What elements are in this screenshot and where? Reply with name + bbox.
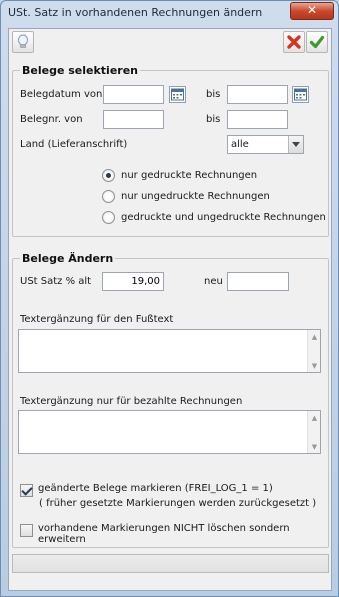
window-close-button[interactable]: ✕ [290,2,334,20]
cancel-button[interactable] [283,31,305,53]
mark-changed-label: geänderte Belege markieren (FREI_LOG_1 =… [38,483,273,494]
green-check-icon [309,35,325,49]
mark-changed-note: ( früher gesetzte Markierungen werden zu… [39,498,317,509]
extend-marks-checkbox[interactable] [20,524,33,537]
scroll-down-icon[interactable]: ▼ [309,360,320,371]
help-button[interactable] [12,31,34,53]
land-select[interactable]: alle [227,135,304,154]
paid-text-area[interactable]: ▲ ▼ [18,410,321,454]
radio-printed-only-label: nur gedruckte Rechnungen [121,170,258,181]
select-documents-group: Belege selektieren Belegdatum von bis Be… [12,64,329,237]
belegdatum-from-input[interactable] [103,85,164,104]
radio-printed-and-unprinted-circle[interactable] [102,211,115,224]
belegdatum-to-calendar-button[interactable] [292,86,309,103]
belegdatum-from-calendar-button[interactable] [169,86,186,103]
radio-printed-only[interactable]: nur gedruckte Rechnungen [102,169,257,182]
land-select-value: alle [231,139,249,150]
belegnr-bis-label: bis [206,114,221,125]
lightbulb-icon [18,34,28,48]
belegdatum-to-input[interactable] [227,85,288,104]
scroll-up-icon[interactable]: ▲ [309,331,320,342]
radio-printed-and-unprinted-label: gedruckte und ungedruckte Rechnungen [121,212,326,223]
footer-text-scrollbar[interactable]: ▲ ▼ [307,330,320,372]
radio-unprinted-only-label: nur ungedruckte Rechnungen [121,191,270,202]
belegnr-to-input[interactable] [227,110,288,129]
ust-neu-label: neu [204,276,223,287]
radio-unprinted-only-circle[interactable] [102,190,115,203]
window-title: USt. Satz in vorhandenen Rechnungen ände… [8,6,263,19]
belegnr-from-input[interactable] [103,110,164,129]
red-x-icon [287,35,301,49]
paid-text-label: Textergänzung nur für bezahlte Rechnunge… [20,396,243,407]
radio-printed-and-unprinted[interactable]: gedruckte und ungedruckte Rechnungen [102,211,326,224]
mark-changed-checkbox-row[interactable]: geänderte Belege markieren (FREI_LOG_1 =… [20,483,273,497]
ust-alt-label: USt Satz % alt [20,276,92,287]
scroll-up-icon[interactable]: ▲ [309,412,320,423]
change-group-title: Belege Ändern [20,252,116,265]
mark-changed-checkbox[interactable] [20,484,33,497]
dialog-window: USt. Satz in vorhandenen Rechnungen ände… [0,0,339,597]
extend-marks-checkbox-row[interactable]: vorhandene Markierungen NICHT löschen so… [20,523,328,545]
footer-text-area[interactable]: ▲ ▼ [18,329,321,373]
paid-text-scrollbar[interactable]: ▲ ▼ [307,411,320,453]
scroll-down-icon[interactable]: ▼ [309,441,320,452]
radio-printed-only-circle[interactable] [102,169,115,182]
select-group-title: Belege selektieren [20,64,140,77]
title-bar[interactable]: USt. Satz in vorhandenen Rechnungen ände… [1,1,338,23]
toolbar [9,29,331,57]
status-bar [12,554,329,573]
belegnr-label: Belegnr. von [20,114,83,125]
footer-text-label: Textergänzung für den Fußtext [20,314,174,325]
calendar-icon [294,88,307,101]
change-documents-group: Belege Ändern USt Satz % alt neu Texterg… [12,252,329,548]
extend-marks-label: vorhandene Markierungen NICHT löschen so… [38,523,290,545]
dialog-client-area: Belege selektieren Belegdatum von bis Be… [8,28,332,591]
calendar-icon [171,88,184,101]
ust-neu-input[interactable] [227,272,289,291]
radio-unprinted-only[interactable]: nur ungedruckte Rechnungen [102,190,270,203]
chevron-down-icon [288,136,303,153]
land-label: Land (Lieferanschrift) [20,139,128,150]
belegdatum-bis-label: bis [206,89,221,100]
ust-alt-input[interactable] [102,272,164,291]
ok-button[interactable] [306,31,328,53]
belegdatum-label: Belegdatum von [20,89,103,100]
